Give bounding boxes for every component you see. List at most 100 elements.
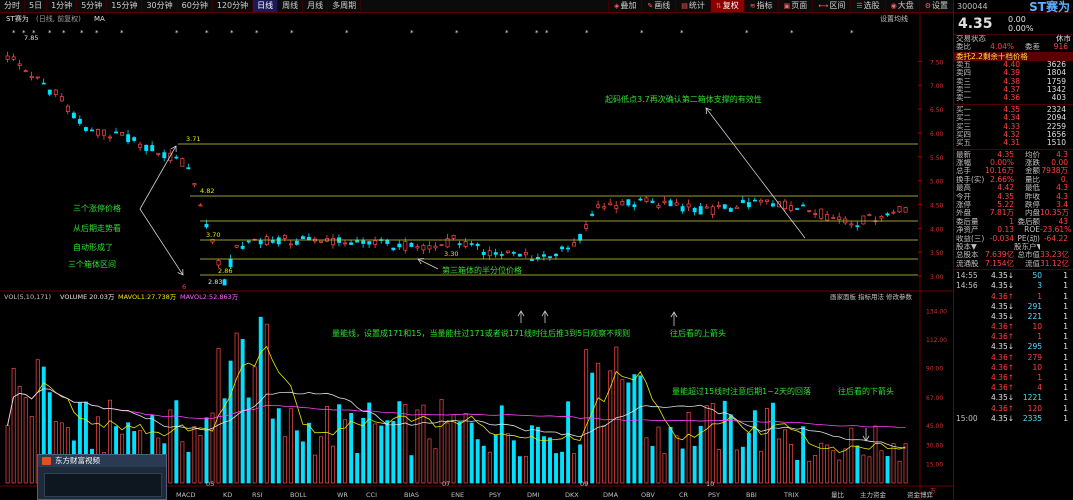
stock-name[interactable]: ST赛为 — [1029, 0, 1070, 15]
timeframe-tab-7[interactable]: 120分钟 — [213, 0, 254, 12]
indicator-tab[interactable]: DMA — [603, 491, 619, 499]
timeframe-tab-4[interactable]: 15分钟 — [107, 0, 143, 12]
bid-level: 买五 — [956, 139, 971, 148]
indicator-tab[interactable]: OBV — [641, 491, 655, 499]
vol-btn-params[interactable]: 修改参数 — [886, 292, 913, 301]
indicator-tab[interactable]: ENE — [451, 491, 464, 499]
event-marker[interactable]: * — [850, 29, 854, 37]
event-marker[interactable]: * — [790, 29, 794, 37]
indicator-tab[interactable]: WR — [337, 491, 348, 499]
event-marker[interactable]: * — [175, 29, 179, 37]
quote-panel: 300044 ST赛为 4.35 0.00 0.00% 交易状态 休市 委比 4.04… — [953, 0, 1073, 500]
indicator-tab[interactable]: BIAS — [404, 491, 419, 499]
tool-button-1[interactable]: ✎ 画线 — [641, 0, 675, 12]
volume-bar — [716, 449, 721, 484]
indicator-tab[interactable]: MACD — [176, 491, 195, 499]
event-marker[interactable]: * — [205, 29, 209, 37]
event-marker[interactable]: * — [680, 29, 684, 37]
event-marker[interactable]: * — [410, 29, 414, 37]
tick-price: 4.35↓ — [991, 413, 1014, 423]
adjust-icon: ⇅ — [715, 2, 722, 10]
event-marker[interactable]: * — [48, 29, 52, 37]
volume-bar — [771, 402, 775, 484]
tool-button-8[interactable]: ◉ 大盘 — [884, 0, 919, 12]
timeframe-tab-9[interactable]: 周线 — [278, 0, 304, 12]
tick-count: 1 — [1063, 301, 1068, 311]
timeframe-tab-6[interactable]: 60分钟 — [178, 0, 213, 12]
event-marker[interactable]: * — [255, 29, 259, 37]
tool-button-9[interactable]: ⚙ 设置 — [918, 0, 953, 12]
timeframe-tab-8[interactable]: 日线 — [253, 0, 279, 12]
tool-label: 叠加 — [620, 1, 637, 10]
indicator-tab[interactable]: DKX — [565, 491, 579, 499]
volume-bar — [686, 412, 691, 484]
indicator-tab[interactable]: PSY — [489, 491, 501, 499]
event-marker[interactable]: * — [640, 29, 644, 37]
tool-button-3[interactable]: ⇅ 复权 — [709, 0, 744, 12]
tool-button-0[interactable]: ◈ 叠加 — [608, 0, 641, 12]
event-marker[interactable]: * — [535, 29, 539, 37]
event-marker[interactable]: * — [62, 29, 66, 37]
indicator-tab[interactable]: BBI — [746, 491, 757, 499]
event-marker[interactable]: * — [80, 29, 84, 37]
timeframe-tab-5[interactable]: 30分钟 — [142, 0, 178, 12]
event-marker[interactable]: * — [290, 29, 294, 37]
tool-button-6[interactable]: ⟷ 区间 — [812, 0, 850, 12]
timeframe-tab-10[interactable]: 月线 — [303, 0, 329, 12]
volume-bar — [644, 437, 649, 484]
timeframe-tab-2[interactable]: 1分钟 — [47, 0, 78, 12]
volume-bar — [306, 422, 311, 484]
candle-body — [542, 254, 546, 257]
event-marker[interactable]: * — [120, 29, 124, 37]
timeframe-tab-3[interactable]: 5分钟 — [77, 0, 108, 12]
indicator-tab[interactable]: BOLL — [290, 491, 307, 499]
vol-btn-usage[interactable]: 指标用法 — [858, 292, 885, 301]
indicator-tab[interactable]: TRIX — [783, 491, 799, 499]
volume-bar — [698, 425, 703, 484]
indicator-tab[interactable]: CCI — [366, 491, 377, 499]
volume-bar — [825, 444, 830, 484]
ma-settings[interactable]: 设置均线 — [880, 14, 908, 23]
vol-indicator-name[interactable]: VOL(5,10,171) — [4, 293, 51, 301]
timeframe-tab-11[interactable]: 多周期 — [328, 0, 362, 12]
indicator-tab[interactable]: 资金博弈 — [907, 490, 934, 499]
stat-value: 7.154亿 — [985, 258, 1014, 268]
event-marker[interactable]: * — [745, 29, 749, 37]
event-marker[interactable]: * — [345, 29, 349, 37]
indicator-tab[interactable]: 主力资金 — [860, 490, 887, 499]
volume-bar — [819, 442, 824, 484]
volume-bar — [638, 375, 643, 484]
stat-label-2: 金额 — [1025, 167, 1040, 176]
event-marker[interactable]: * — [12, 29, 16, 37]
tick-price: 4.35↓ — [991, 311, 1014, 321]
event-marker[interactable]: * — [230, 29, 234, 37]
tick-list[interactable]: 14:55 4.35↓ 50 1 14:56 4.35↓ 3 1 4.36↑ 1 1 4.35↓ 291… — [954, 271, 1073, 424]
event-marker[interactable]: * — [545, 29, 549, 37]
candle-body — [294, 240, 299, 245]
vol-btn-panel[interactable]: 画家面板 — [830, 292, 857, 301]
indicator-tab[interactable]: DMI — [527, 491, 540, 499]
tool-button-7[interactable]: ☰ 选股 — [850, 0, 884, 12]
tool-button-2[interactable]: ▤ 统计 — [675, 0, 710, 12]
timeframe-tab-1[interactable]: 5日 — [25, 0, 48, 12]
event-marker[interactable]: * — [455, 29, 459, 37]
candle-body — [355, 240, 360, 243]
event-marker[interactable]: * — [585, 29, 589, 37]
stock-code: 300044 — [957, 1, 988, 11]
tool-button-5[interactable]: ▣ 页面 — [777, 0, 813, 12]
indicator-tab[interactable]: CR — [679, 491, 689, 499]
video-preview[interactable] — [44, 473, 162, 497]
event-marker[interactable]: * — [505, 29, 509, 37]
timeframe-tab-0[interactable]: 分时 — [0, 0, 25, 12]
video-popup[interactable]: 东方财富视频 — [37, 454, 167, 500]
kline-chart[interactable]: ST赛为 (日线, 前复权) MA 设置均线 7.50 7.00 6.50 6.00 5.50 5… — [0, 13, 953, 500]
indicator-tab[interactable]: PSY — [708, 491, 720, 499]
tool-button-4[interactable]: ≋ 指标 — [743, 0, 778, 12]
candle-body — [186, 167, 191, 170]
candle-body — [837, 216, 842, 220]
candle-body — [83, 127, 88, 131]
event-marker[interactable]: * — [95, 29, 99, 37]
indicator-tab[interactable]: 量比 — [831, 490, 845, 499]
indicator-tab[interactable]: KD — [223, 491, 232, 499]
indicator-tab[interactable]: RSI — [252, 491, 263, 499]
